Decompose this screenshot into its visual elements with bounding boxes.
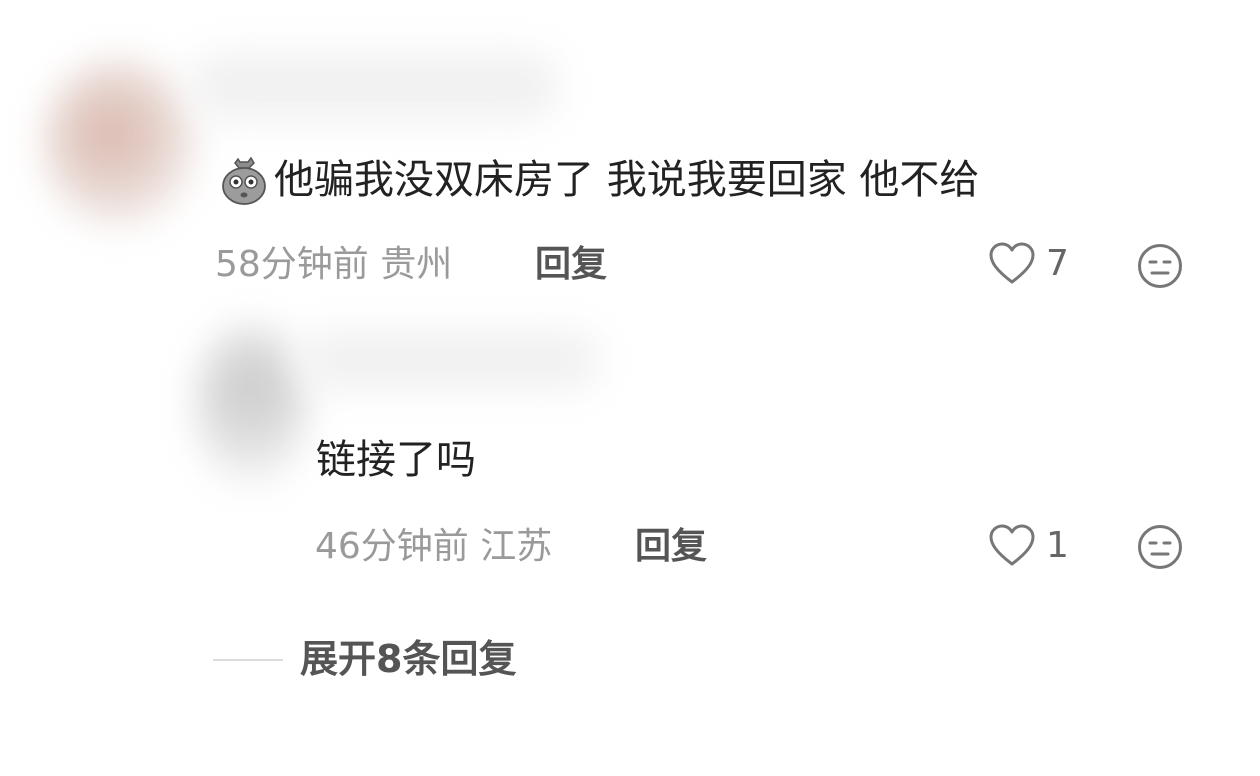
- unamused-face-icon[interactable]: [1136, 523, 1184, 571]
- heart-outline-icon: [989, 242, 1035, 284]
- reply-button[interactable]: 回复: [635, 525, 707, 569]
- comment-meta: 46分钟前 江苏: [315, 525, 552, 569]
- comment-text: 他骗我没双床房了 我说我要回家 他不给: [218, 154, 979, 206]
- username-redacted[interactable]: [190, 52, 560, 120]
- username-redacted[interactable]: [300, 330, 600, 390]
- reply-button[interactable]: 回复: [535, 243, 607, 287]
- comment-location: 贵州: [380, 244, 453, 285]
- expand-divider: [213, 659, 283, 661]
- comment-time: 58分钟前: [215, 244, 369, 285]
- comment-location: 江苏: [480, 526, 553, 567]
- like-count: 1: [1046, 525, 1069, 566]
- like-button[interactable]: 7: [988, 242, 1069, 286]
- expand-replies-button[interactable]: 展开8条回复: [300, 636, 516, 682]
- unamused-face-icon[interactable]: [1136, 242, 1184, 290]
- sack-face-emoji-icon: [222, 156, 266, 205]
- comment-thread: 他骗我没双床房了 我说我要回家 他不给 58分钟前 贵州 回复 7 链接了吗 4…: [0, 0, 1260, 776]
- like-button[interactable]: 1: [988, 524, 1069, 568]
- heart-outline-icon: [989, 524, 1035, 566]
- comment-body: 链接了吗: [316, 437, 476, 483]
- comment-time: 46分钟前: [315, 526, 469, 567]
- like-count: 7: [1046, 243, 1069, 284]
- avatar[interactable]: [44, 60, 194, 225]
- comment-meta: 58分钟前 贵州: [215, 243, 452, 287]
- comment-body: 他骗我没双床房了 我说我要回家 他不给: [274, 157, 980, 203]
- avatar[interactable]: [196, 325, 306, 485]
